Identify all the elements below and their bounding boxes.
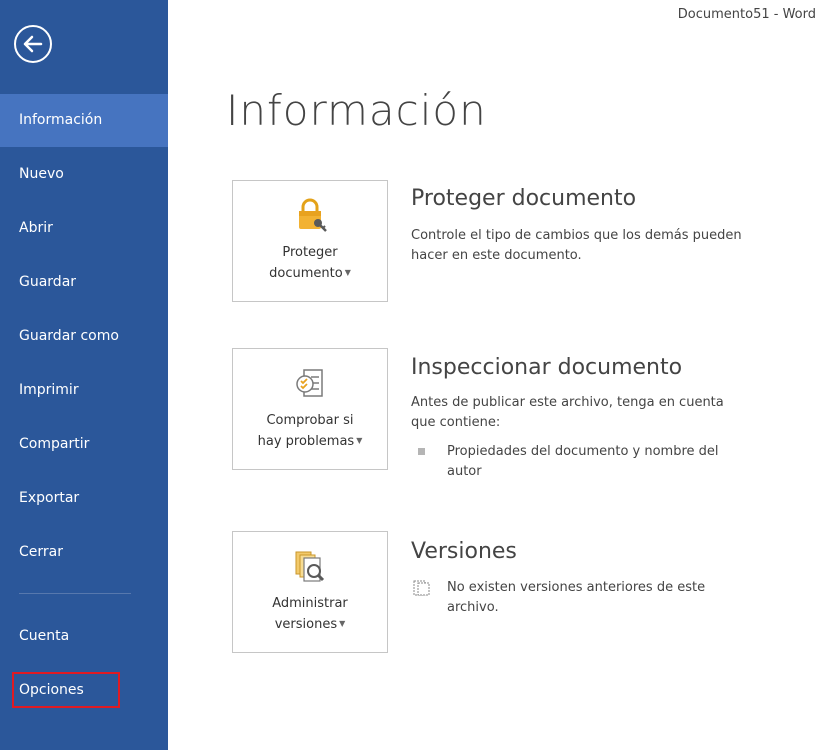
inspect-section-description: Antes de publicar este archivo, tenga en… (411, 395, 724, 430)
chevron-down-icon: ▼ (344, 268, 351, 277)
protect-button-label-1: Proteger (282, 245, 338, 260)
nav-exportar[interactable]: Exportar (0, 472, 168, 525)
check-issues-button[interactable]: Comprobar si hay problemas ▼ (232, 348, 388, 470)
back-button[interactable] (14, 25, 52, 63)
protect-button-label-2: documento (269, 266, 343, 281)
backstage-sidebar: Información Nuevo Abrir Guardar Guardar … (0, 0, 168, 750)
document-icon (413, 580, 430, 596)
protect-document-button[interactable]: Proteger documento ▼ (232, 180, 388, 302)
nav-abrir[interactable]: Abrir (0, 202, 168, 255)
nav-informacion[interactable]: Información (0, 94, 168, 147)
versions-button-label-2: versiones (274, 617, 338, 632)
bullet-square-icon (418, 448, 425, 455)
sidebar-divider (19, 593, 131, 594)
versions-button-label-1: Administrar (272, 596, 348, 611)
page-title: Información (226, 86, 487, 135)
check-button-label-1: Comprobar si (266, 413, 354, 428)
chevron-down-icon: ▼ (356, 436, 363, 445)
nav-cuenta[interactable]: Cuenta (0, 610, 168, 663)
nav-guardar[interactable]: Guardar (0, 256, 168, 309)
inspect-checklist-icon (296, 369, 323, 397)
nav-cerrar[interactable]: Cerrar (0, 526, 168, 579)
window-title: Documento51 - Word (677, 7, 816, 22)
inspect-bullet-text: Propiedades del documento y nombre del a… (447, 444, 719, 479)
check-button-label-2: hay problemas (257, 434, 355, 449)
lock-key-icon (299, 198, 327, 232)
opciones-highlight-box (12, 672, 120, 708)
manage-versions-button[interactable]: Administrar versiones ▼ (232, 531, 388, 653)
inspect-bullet-item: Propiedades del documento y nombre del a… (411, 442, 751, 482)
protect-section-description: Controle el tipo de cambios que los demá… (411, 228, 742, 263)
arrow-left-circle-icon (23, 35, 43, 53)
nav-nuevo[interactable]: Nuevo (0, 148, 168, 201)
versions-magnifier-icon (295, 551, 325, 582)
nav-guardar-como[interactable]: Guardar como (0, 310, 168, 363)
chevron-down-icon: ▼ (339, 619, 346, 628)
inspect-section-title: Inspeccionar documento (411, 355, 683, 380)
versions-bullet-text: No existen versiones anteriores de este … (447, 580, 706, 615)
nav-compartir[interactable]: Compartir (0, 418, 168, 471)
protect-section-title: Proteger documento (411, 186, 637, 211)
nav-imprimir[interactable]: Imprimir (0, 364, 168, 417)
versions-section-title: Versiones (411, 539, 517, 564)
versions-bullet-item: No existen versiones anteriores de este … (411, 578, 751, 618)
